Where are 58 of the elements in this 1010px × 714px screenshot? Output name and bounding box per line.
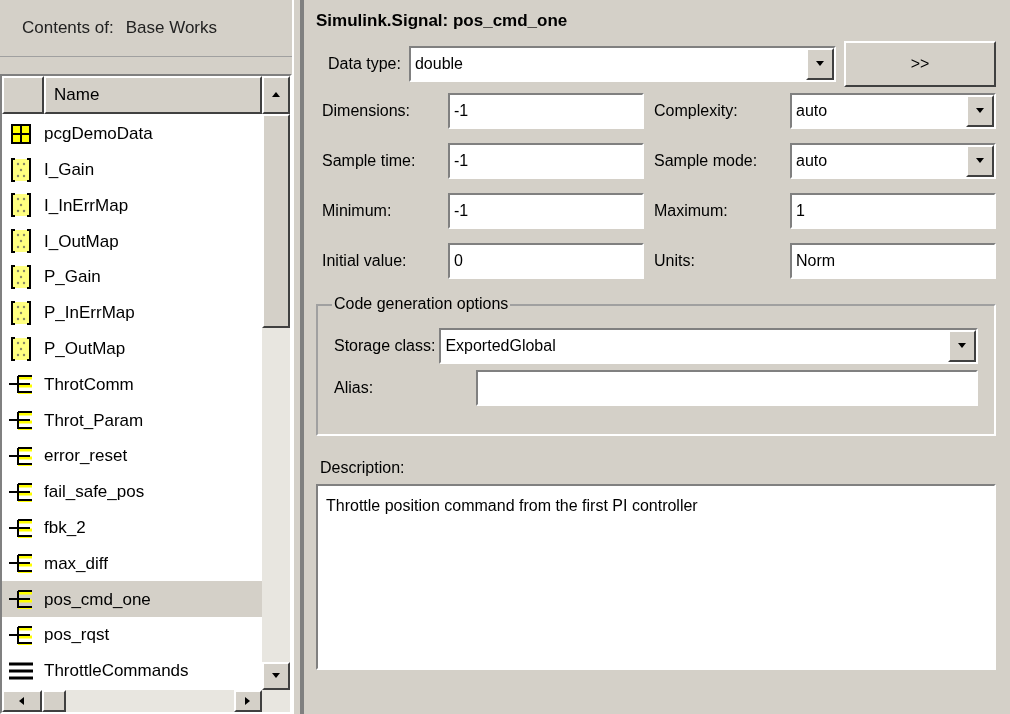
field-label: Maximum:: [653, 201, 729, 221]
dropdown-button[interactable]: [966, 145, 994, 177]
field-label: Initial value:: [322, 251, 408, 271]
input-field[interactable]: -1: [448, 193, 644, 229]
dropdown-field[interactable]: double: [408, 46, 836, 82]
input-field[interactable]: -1: [448, 93, 644, 129]
dropdown-button[interactable]: [948, 330, 976, 362]
signal-icon: [8, 374, 34, 395]
field-label: Units:: [653, 251, 696, 271]
bus-icon: [8, 660, 34, 681]
input-field[interactable]: Norm: [790, 243, 996, 279]
matrix-icon: [11, 157, 31, 182]
dropdown-button[interactable]: [966, 95, 994, 127]
signal-icon: [8, 553, 34, 574]
matrix-icon: [11, 229, 31, 254]
field-label: Storage class:: [334, 336, 436, 356]
matrix-icon: [11, 300, 31, 325]
input-field[interactable]: 0: [448, 243, 644, 279]
field-label: Data type:: [328, 54, 401, 74]
vertical-scrollbar[interactable]: [262, 76, 290, 690]
splitter[interactable]: [292, 0, 304, 714]
signal-icon: [8, 589, 34, 610]
input-field[interactable]: 1: [790, 193, 996, 229]
column-header[interactable]: Name: [44, 76, 262, 114]
caret-up-icon: [271, 90, 281, 100]
window-title: Simulink.Signal: pos_cmd_one: [316, 10, 569, 33]
arrow-left-icon: [17, 696, 27, 706]
field-label: Complexity:: [653, 101, 739, 121]
matrix-icon: [11, 265, 31, 290]
signal-icon: [8, 625, 34, 646]
contents-label: Contents of:: [22, 17, 114, 40]
workspace-name: Base Works: [125, 17, 217, 40]
signal-icon: [8, 410, 34, 431]
grid-icon: [11, 123, 31, 144]
field-label: Description:: [320, 458, 406, 478]
field-label: Alias:: [334, 378, 375, 398]
signal-icon: [8, 517, 34, 538]
dropdown-field[interactable]: auto: [790, 93, 996, 129]
field-label: Dimensions:: [322, 101, 412, 121]
matrix-icon: [11, 193, 31, 218]
horizontal-scrollbar[interactable]: [2, 690, 290, 712]
scrollbar-thumb[interactable]: [262, 114, 290, 328]
field-label: Sample mode:: [653, 151, 759, 171]
more-button[interactable]: >>: [844, 41, 996, 87]
field-label: Sample time:: [322, 151, 417, 171]
input-field[interactable]: -1: [448, 143, 644, 179]
column-header[interactable]: [2, 76, 44, 114]
input-field[interactable]: [476, 370, 978, 406]
dropdown-field[interactable]: ExportedGlobal: [439, 328, 978, 364]
dropdown-field[interactable]: auto: [790, 143, 996, 179]
list-item[interactable]: pos_cmd_one: [2, 581, 262, 618]
matrix-icon: [11, 336, 31, 361]
description-field[interactable]: Throttle position command from the first PI controller: [316, 484, 996, 670]
signal-icon: [8, 446, 34, 467]
dropdown-button[interactable]: [806, 48, 834, 80]
field-label: Minimum:: [322, 201, 393, 221]
scrollbar-thumb[interactable]: [42, 690, 66, 712]
signal-icon: [8, 481, 34, 502]
